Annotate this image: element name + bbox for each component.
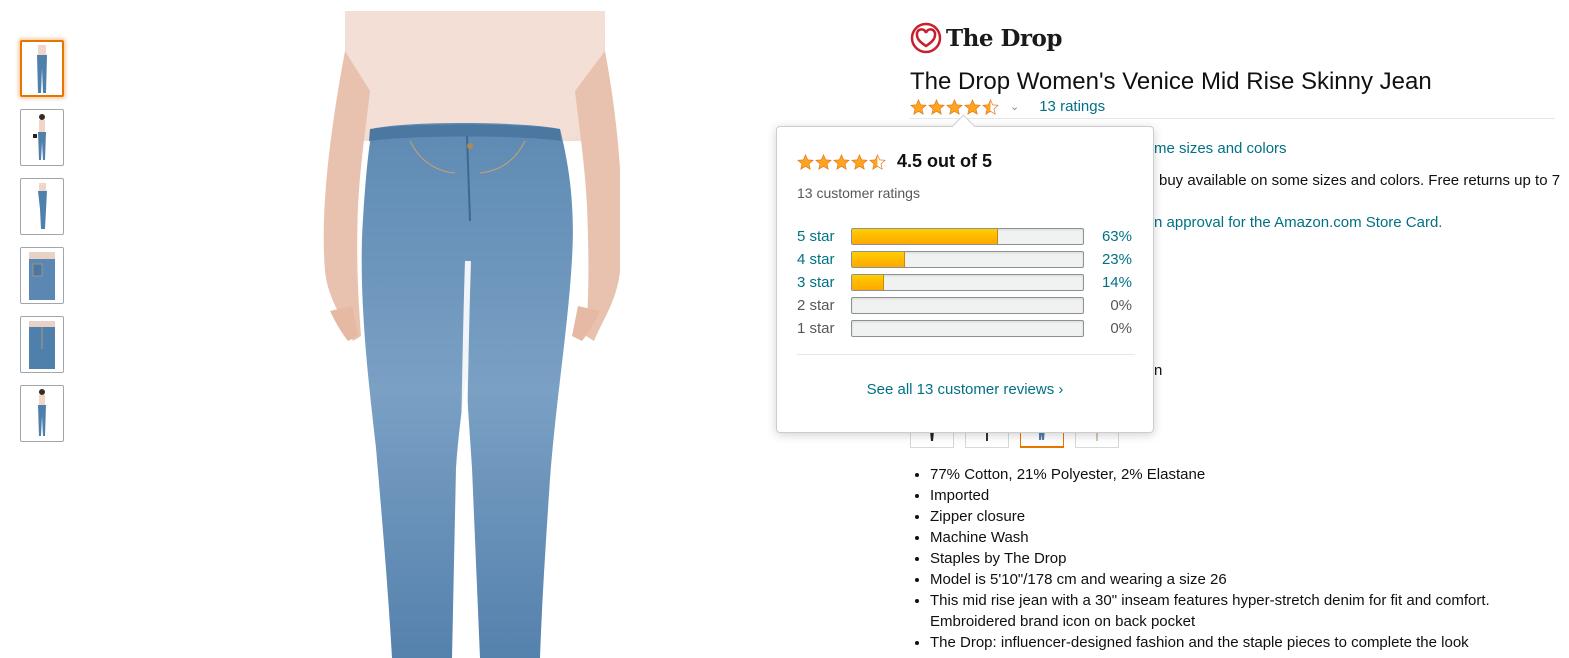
histogram-bar-fill [852, 275, 885, 290]
rating-histogram: 5 star 63% 4 star 23% 3 star 14% 2 star 0% 1 sta… [797, 225, 1137, 340]
histogram-bar [851, 228, 1084, 245]
histogram-percent[interactable]: 23% [1084, 251, 1132, 268]
histogram-star-label: 2 star [797, 297, 835, 314]
sizes-colors-link[interactable]: me sizes and colors [1154, 140, 1287, 157]
thumbnail-back[interactable] [20, 385, 64, 442]
star-half-icon [982, 98, 999, 115]
rating-out-of-text: 4.5 out of 5 [897, 151, 993, 171]
histogram-row: 1 star 0% [797, 317, 1137, 340]
customer-ratings-count: 13 customer ratings [797, 185, 920, 201]
popover-rating-header: 4.5 out of 5 [797, 151, 992, 172]
rating-summary: ⌄ 13 ratings [910, 98, 1105, 115]
histogram-bar [851, 297, 1084, 314]
thumbnail-front[interactable] [20, 40, 64, 97]
returns-text: buy available on some sizes and colors. … [1159, 172, 1561, 189]
histogram-bar-fill [852, 229, 998, 244]
star-half-icon [869, 153, 886, 170]
bullet-item: The Drop: influencer-designed fashion an… [930, 632, 1560, 653]
histogram-bar [851, 274, 1084, 291]
bullet-item: This mid rise jean with a 30" inseam fea… [930, 590, 1560, 632]
histogram-bar [851, 251, 1084, 268]
histogram-row: 2 star 0% [797, 294, 1137, 317]
brand-logo[interactable]: The Drop [910, 22, 1062, 54]
histogram-bar [851, 320, 1084, 337]
bullet-item: 77% Cotton, 21% Polyester, 2% Elastane [930, 464, 1560, 485]
star-full-icon [797, 153, 814, 170]
star-full-icon [815, 153, 832, 170]
histogram-percent: 0% [1110, 320, 1132, 337]
histogram-star-label: 1 star [797, 320, 835, 337]
thumbnail-strip [20, 40, 66, 454]
star-full-icon [910, 98, 927, 115]
histogram-row[interactable]: 5 star 63% [797, 225, 1137, 248]
bullet-item: Imported [930, 485, 1560, 506]
heart-logo-icon [910, 22, 942, 54]
histogram-star-label[interactable]: 5 star [797, 228, 851, 245]
bullet-item: Staples by The Drop [930, 548, 1560, 569]
histogram-star-label[interactable]: 3 star [797, 274, 851, 291]
histogram-row[interactable]: 4 star 23% [797, 248, 1137, 271]
rating-popover: 4.5 out of 5 13 customer ratings 5 star 6… [776, 114, 1154, 433]
histogram-star-label[interactable]: 4 star [797, 251, 851, 268]
brand-name: The Drop [946, 24, 1062, 52]
histogram-percent[interactable]: 14% [1084, 274, 1132, 291]
popover-divider [797, 354, 1135, 355]
bullet-item: Zipper closure [930, 506, 1560, 527]
histogram-percent[interactable]: 63% [1084, 228, 1132, 245]
store-card-link[interactable]: n approval for the Amazon.com Store Card… [1154, 214, 1442, 231]
thumbnail-side[interactable] [20, 178, 64, 235]
thumbnail-full-body[interactable] [20, 109, 64, 166]
product-title: The Drop Women's Venice Mid Rise Skinny … [910, 68, 1432, 95]
star-full-icon [928, 98, 945, 115]
thumbnail-back-pocket[interactable] [20, 247, 64, 304]
bullet-item: Machine Wash [930, 527, 1560, 548]
histogram-row[interactable]: 3 star 14% [797, 271, 1137, 294]
see-all-reviews-link[interactable]: See all 13 customer reviews › [777, 381, 1153, 398]
star-full-icon [833, 153, 850, 170]
ratings-count-link[interactable]: 13 ratings [1039, 98, 1105, 115]
partial-text: n [1154, 362, 1163, 379]
star-full-icon [946, 98, 963, 115]
popover-star-rating [797, 153, 887, 170]
bullet-item: Model is 5'10"/178 cm and wearing a size… [930, 569, 1560, 590]
main-product-image[interactable] [310, 11, 620, 658]
histogram-percent: 0% [1110, 297, 1132, 314]
star-rating[interactable] [910, 98, 1000, 115]
histogram-bar-fill [852, 252, 906, 267]
divider [910, 118, 1555, 119]
star-full-icon [851, 153, 868, 170]
chevron-down-icon[interactable]: ⌄ [1010, 100, 1019, 113]
feature-bullets: 77% Cotton, 21% Polyester, 2% Elastane I… [912, 464, 1560, 653]
thumbnail-detail[interactable] [20, 316, 64, 373]
star-full-icon [964, 98, 981, 115]
